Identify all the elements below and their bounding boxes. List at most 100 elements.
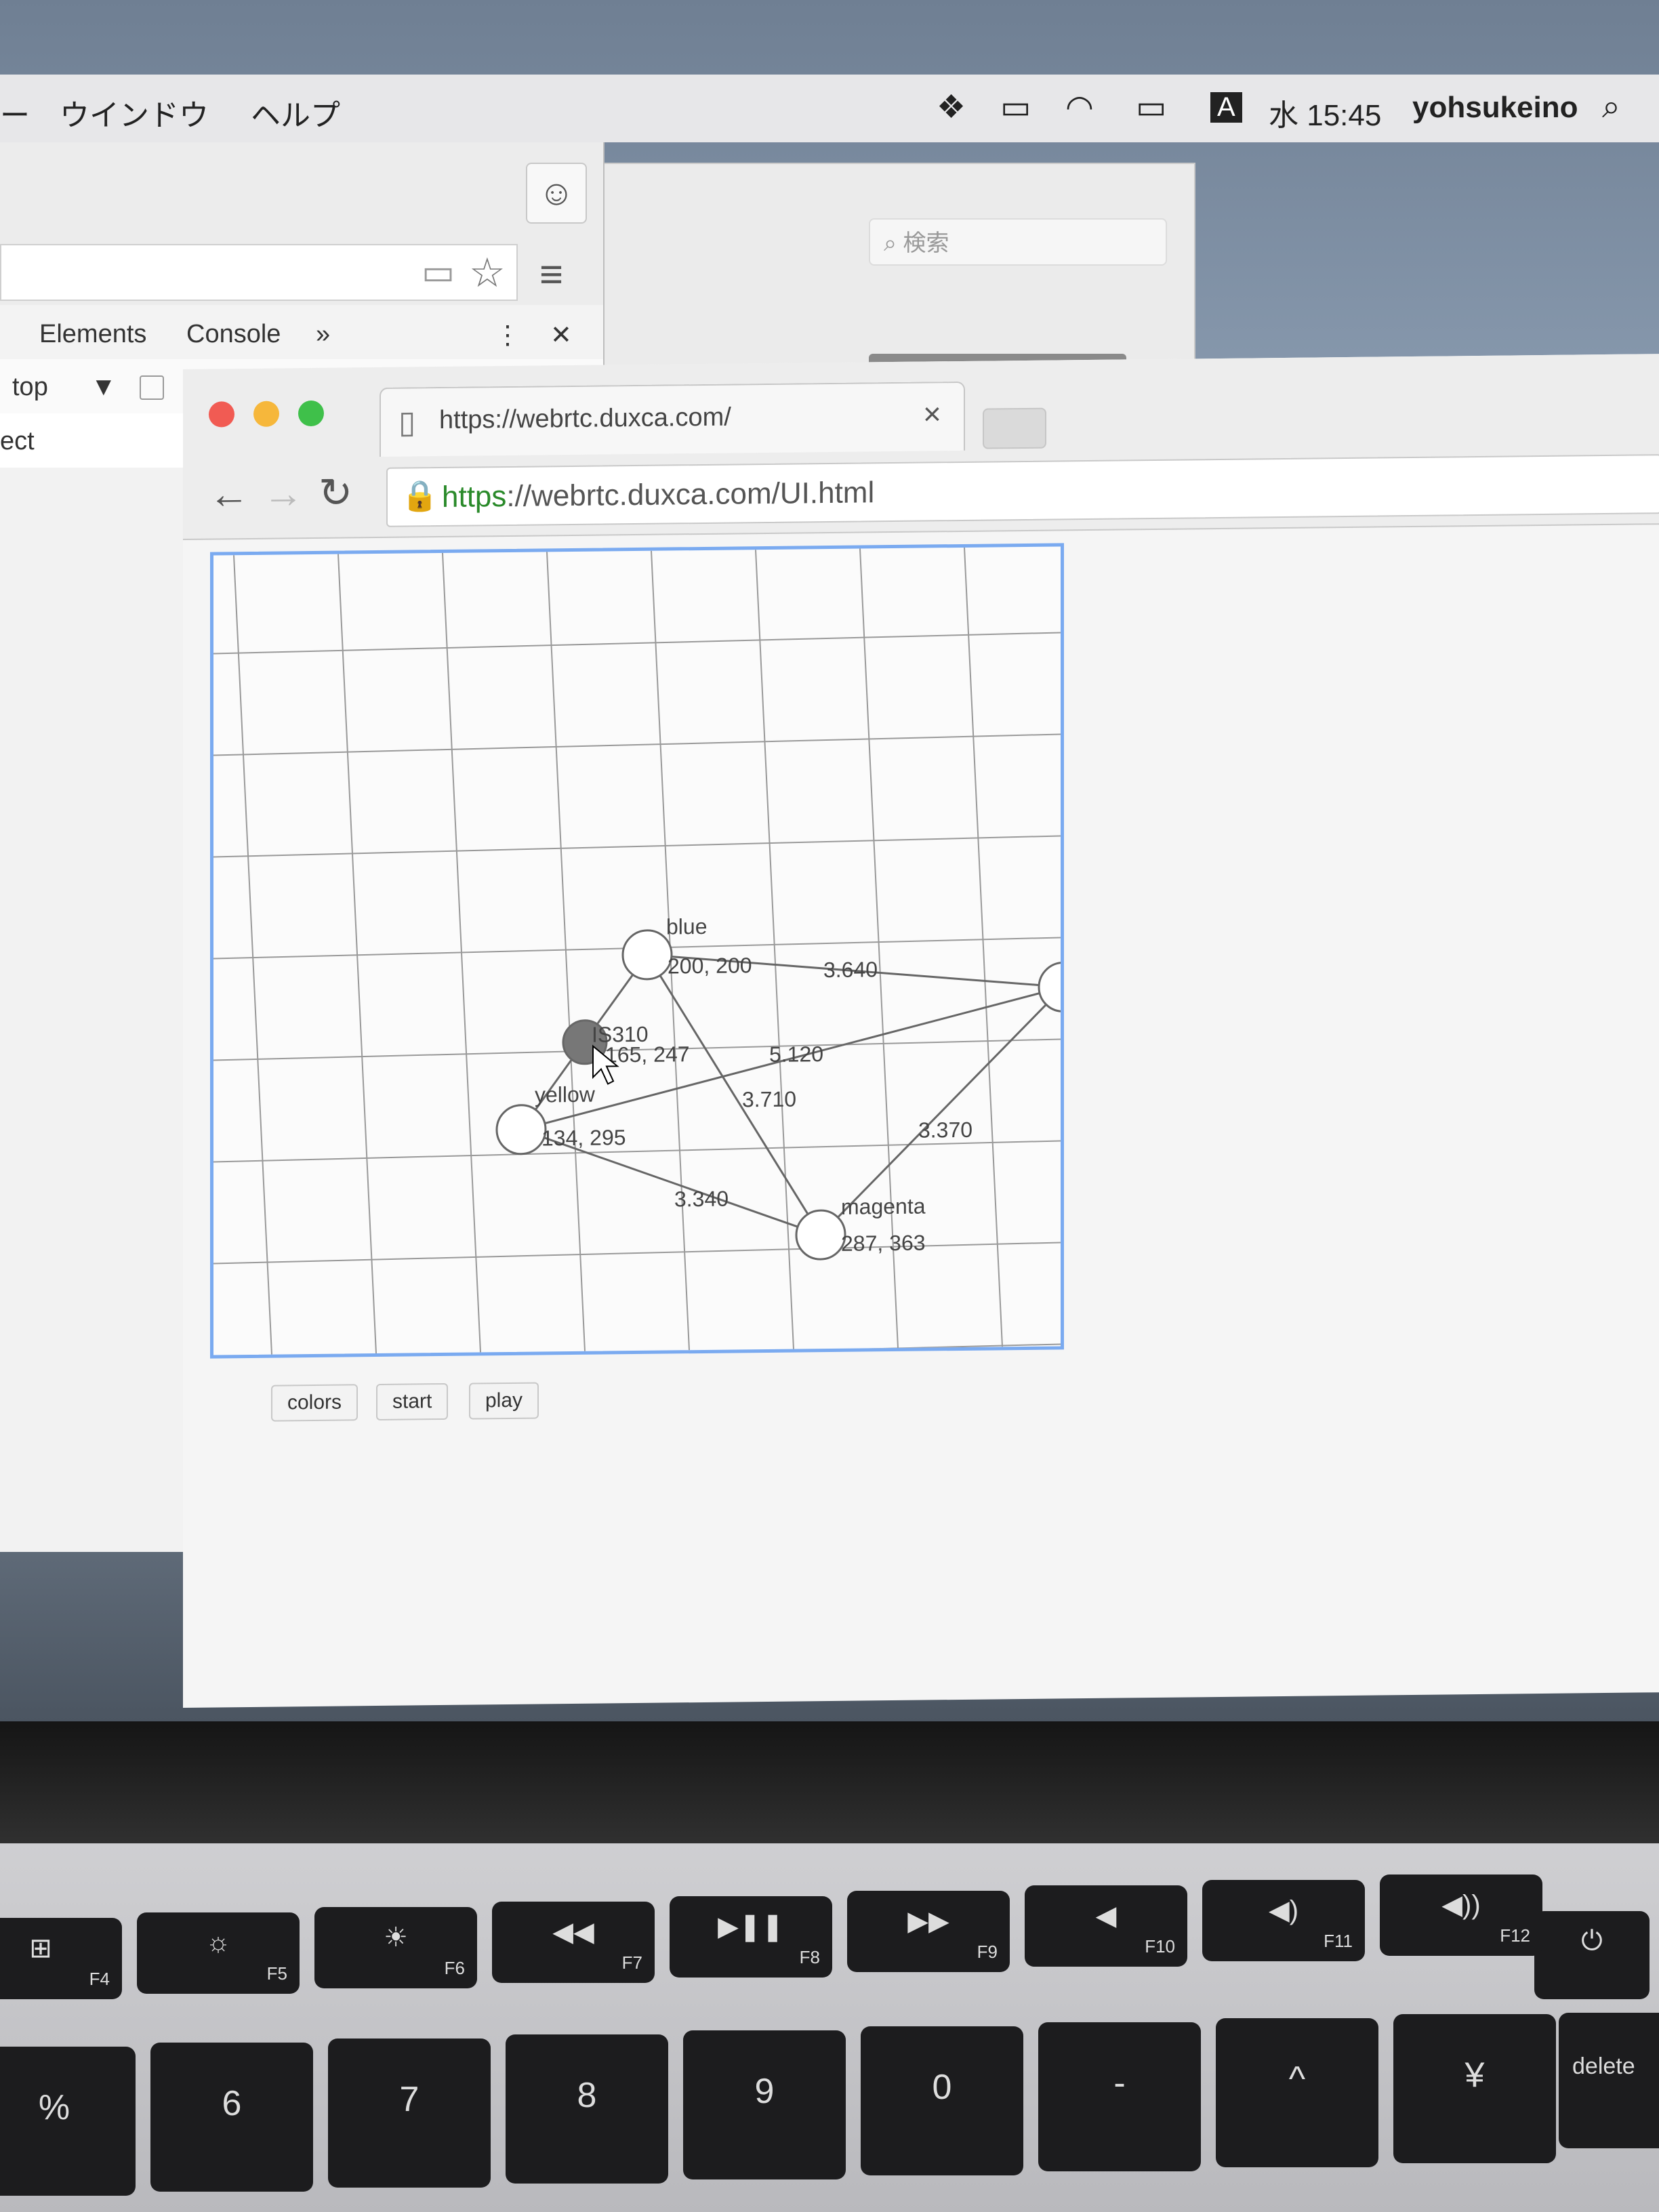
context-dropdown-icon[interactable]: ▼ (91, 373, 117, 402)
function-key-f6[interactable]: ☀ F6 (314, 1907, 477, 1988)
grid-line-horizontal (213, 1242, 1061, 1265)
delete-key[interactable]: delete (1559, 2013, 1659, 2148)
camera-icon[interactable]: ▭ (422, 252, 455, 293)
number-key[interactable]: 6 (150, 2043, 313, 2192)
dropbox-icon[interactable]: ❖ (937, 88, 966, 126)
node-coords-label: 134, 295 (541, 1125, 626, 1150)
number-key[interactable]: 0 (861, 2026, 1023, 2175)
airplay-icon[interactable]: ▭ (1000, 88, 1031, 126)
devtools-tab-elements[interactable]: Elements (39, 320, 146, 349)
grid-line-vertical (859, 548, 899, 1349)
app-search-placeholder: 検索 (903, 230, 949, 256)
profile-icon[interactable]: ☺ (526, 163, 587, 224)
graph-node-yellow (495, 1104, 547, 1155)
devtools-close-icon[interactable]: ✕ (550, 320, 572, 350)
laptop-screen: ー ウインドウ ヘルプ ❖ ▭ ◠ ▭ A 水 15:45 yohsukeino… (0, 0, 1659, 1721)
number-key[interactable]: ^ (1216, 2018, 1378, 2167)
function-key-f7[interactable]: ◀◀ F7 (492, 1902, 655, 1983)
hamburger-menu-icon[interactable]: ≡ (539, 251, 563, 298)
address-bar[interactable]: 🔒 https://webrtc.duxca.com/UI.html (386, 454, 1659, 527)
devtools-tabbar: Elements Console » ⋮ ✕ (0, 305, 603, 361)
power-icon: ⏻ (1581, 1926, 1603, 1956)
menu-bar: ー ウインドウ ヘルプ ❖ ▭ ◠ ▭ A 水 15:45 yohsukeino… (0, 75, 1659, 142)
devtools-kebab-icon[interactable]: ⋮ (495, 320, 520, 350)
tab-close-icon[interactable]: × (923, 395, 941, 432)
graph-canvas[interactable]: 3.6405.1203.7103.3703.340blue200, 200cy3… (210, 543, 1064, 1359)
number-key[interactable]: 8 (506, 2034, 668, 2184)
graph-node-cy (1038, 961, 1061, 1012)
function-key-f10[interactable]: ◀ F10 (1025, 1885, 1187, 1967)
number-key-label: 8 (577, 2076, 597, 2115)
grid-line-horizontal (213, 1343, 1061, 1355)
function-key-label: F12 (1500, 1925, 1530, 1946)
app-search-field[interactable]: ⌕ 検索 (869, 218, 1167, 266)
function-key-glyph-icon: ☼ (205, 1927, 231, 1957)
close-window-button[interactable] (209, 401, 234, 428)
colors-button[interactable]: colors (271, 1384, 359, 1422)
edge-label: 3.370 (918, 1118, 972, 1143)
back-omnibox[interactable]: ▭ ☆ (0, 244, 518, 301)
function-key-glyph-icon: ◀)) (1441, 1890, 1481, 1920)
function-key-f12[interactable]: ◀)) F12 (1380, 1875, 1542, 1956)
function-key-glyph-icon: ▶❚❚ (718, 1912, 784, 1942)
number-key[interactable]: - (1038, 2022, 1201, 2171)
graph-svg: 3.6405.1203.7103.3703.340blue200, 200cy3… (213, 547, 1061, 1355)
function-key-label: F4 (89, 1969, 110, 1989)
url-text: https://webrtc.duxca.com/UI.html (442, 476, 874, 514)
node-coords-label: 287, 363 (841, 1231, 926, 1256)
number-key[interactable]: 9 (683, 2030, 846, 2179)
lock-icon: 🔒 (401, 479, 438, 513)
menu-item-help[interactable]: ヘルプ (251, 91, 340, 134)
function-key-f9[interactable]: ▶▶ F9 (847, 1891, 1010, 1972)
number-key[interactable]: ¥ (1393, 2014, 1556, 2163)
back-arrow-icon[interactable]: ← (209, 470, 249, 518)
preserve-log-checkbox[interactable] (140, 375, 164, 400)
new-tab-button[interactable] (983, 407, 1046, 449)
context-selector[interactable]: top (12, 373, 48, 402)
function-key-label: F11 (1324, 1931, 1353, 1951)
node-name-label: magenta (841, 1194, 926, 1219)
reload-icon[interactable]: ↻ (319, 469, 352, 517)
power-key[interactable]: ⏻ (1534, 1911, 1650, 1999)
function-key-f4[interactable]: ⊞ F4 (0, 1918, 122, 1999)
front-browser-window: ▯ https://webrtc.duxca.com/ × ← → ↻ 🔒 ht… (183, 354, 1659, 1708)
function-key-glyph-icon: ▶▶ (907, 1906, 949, 1936)
input-source-indicator[interactable]: A (1210, 92, 1242, 123)
number-key[interactable]: % (0, 2047, 136, 2196)
keyboard-deck: ⏻ delete ⊞ F4 ☼ F5 ☀ F6 ◀◀ F7 ▶❚❚ F8 ▶▶ F9 ◀ F10 ◀) F11… (0, 1843, 1659, 2212)
start-button[interactable]: start (376, 1382, 449, 1421)
function-key-f5[interactable]: ☼ F5 (137, 1912, 300, 1994)
menu-user[interactable]: yohsukeino (1412, 91, 1578, 125)
play-button[interactable]: play (469, 1382, 539, 1420)
menu-item-dash[interactable]: ー (0, 91, 30, 134)
number-key-label: 7 (399, 2080, 419, 2119)
number-key-label: 6 (222, 2084, 242, 2123)
minimize-window-button[interactable] (253, 401, 279, 427)
forward-arrow-icon[interactable]: → (263, 470, 304, 517)
grid-line-vertical (337, 554, 377, 1354)
devtools-tab-console[interactable]: Console (186, 320, 281, 349)
function-key-glyph-icon: ◀◀ (552, 1917, 594, 1947)
devtools-more-tabs-icon[interactable]: » (316, 320, 330, 349)
function-key-label: F5 (266, 1963, 287, 1984)
browser-chrome: ▯ https://webrtc.duxca.com/ × ← → ↻ 🔒 ht… (183, 354, 1659, 540)
battery-icon[interactable]: ▭ (1136, 88, 1166, 126)
spotlight-search-icon[interactable]: ⌕ (1602, 88, 1620, 126)
menu-clock[interactable]: 水 15:45 (1269, 91, 1381, 134)
devtools-content-text: ect (0, 427, 35, 455)
edge-label: 3.710 (742, 1087, 796, 1112)
wifi-icon[interactable]: ◠ (1065, 88, 1094, 126)
url-scheme: https (442, 480, 507, 514)
number-key[interactable]: 7 (328, 2039, 491, 2188)
function-key-f11[interactable]: ◀) F11 (1202, 1880, 1365, 1961)
node-coords-label: 200, 200 (668, 953, 752, 978)
grid-line-horizontal (213, 835, 1061, 858)
zoom-window-button[interactable] (298, 400, 324, 427)
laptop-hinge (0, 1721, 1659, 1843)
menu-item-window[interactable]: ウインドウ (60, 91, 209, 134)
function-key-glyph-icon: ☀ (384, 1923, 408, 1952)
bookmark-star-icon[interactable]: ☆ (469, 249, 506, 297)
browser-tab[interactable]: ▯ https://webrtc.duxca.com/ × (380, 381, 965, 457)
function-key-f8[interactable]: ▶❚❚ F8 (670, 1896, 832, 1978)
function-key-label: F10 (1145, 1936, 1175, 1957)
